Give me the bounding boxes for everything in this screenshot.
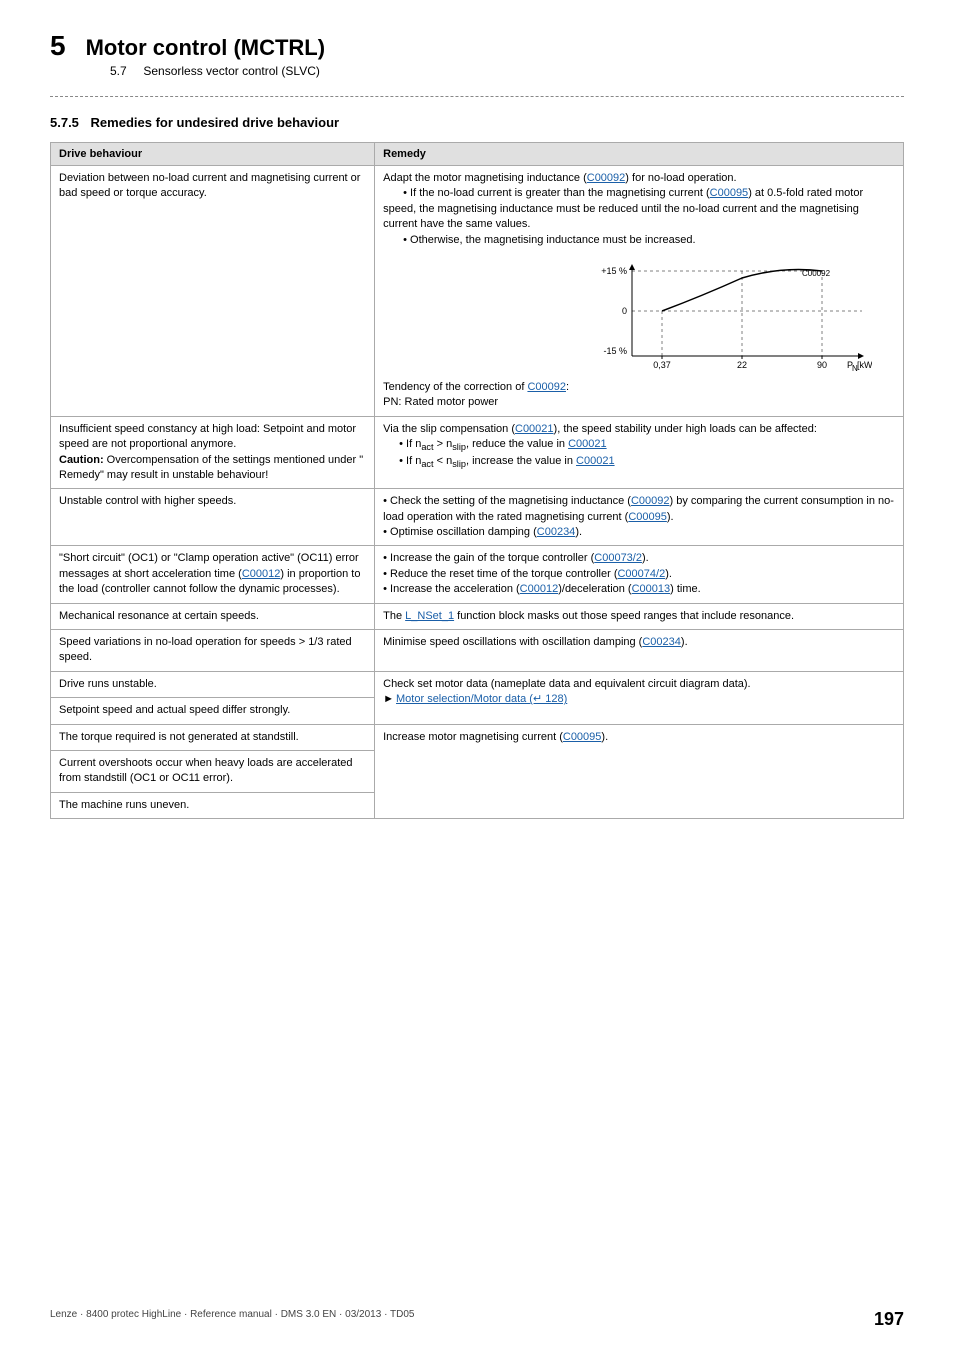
behaviour-cell: Current overshoots occur when heavy load… [51, 750, 375, 792]
col-header-behaviour: Drive behaviour [51, 143, 375, 166]
divider [50, 96, 904, 97]
behaviour-cell: The torque required is not generated at … [51, 724, 375, 750]
link-c00234-2[interactable]: C00234 [642, 636, 681, 648]
link-c00074[interactable]: C00074/2 [617, 568, 665, 580]
chapter-num: 5 [50, 30, 66, 62]
correction-chart: +15 % 0 -15 % 0,37 22 90 P [592, 256, 872, 386]
footer-right: 197 [874, 1309, 904, 1330]
link-c00092-2[interactable]: C00092 [527, 381, 566, 393]
remedy-cell: • Check the setting of the magnetising i… [375, 489, 904, 546]
behaviour-cell: Setpoint speed and actual speed differ s… [51, 698, 375, 724]
behaviour-cell: The machine runs uneven. [51, 792, 375, 818]
link-c00095-2[interactable]: C00095 [628, 511, 667, 523]
col-header-remedy: Remedy [375, 143, 904, 166]
behaviour-cell: Speed variations in no-load operation fo… [51, 630, 375, 672]
footer-left: Lenze · 8400 protec HighLine · Reference… [50, 1309, 414, 1330]
link-c00092[interactable]: C00092 [587, 172, 626, 184]
table-row: The torque required is not generated at … [51, 724, 904, 750]
table-row: Mechanical resonance at certain speeds. … [51, 603, 904, 629]
remedy-cell: Minimise speed oscillations with oscilla… [375, 630, 904, 672]
section-heading: 5.7.5 Remedies for undesired drive behav… [50, 115, 904, 130]
remedy-cell: The L_NSet_1 function block masks out th… [375, 603, 904, 629]
behaviour-cell: Insufficient speed constancy at high loa… [51, 416, 375, 489]
table-row: Speed variations in no-load operation fo… [51, 630, 904, 672]
link-c00095-3[interactable]: C00095 [563, 731, 602, 743]
remedy-cell: Increase motor magnetising current (C000… [375, 724, 904, 819]
behaviour-cell: Drive runs unstable. [51, 671, 375, 697]
svg-text:C00092: C00092 [802, 269, 831, 278]
behaviour-cell: "Short circuit" (OC1) or "Clamp operatio… [51, 546, 375, 603]
link-lnset[interactable]: L_NSet_1 [405, 610, 454, 622]
main-table: Drive behaviour Remedy Deviation between… [50, 142, 904, 819]
table-row: Deviation between no-load current and ma… [51, 166, 904, 417]
svg-text:0,37: 0,37 [653, 360, 671, 370]
header: 5 Motor control (MCTRL) 5.7 Sensorless v… [50, 30, 904, 78]
link-motor-selection[interactable]: Motor selection/Motor data (↵ 128) [396, 693, 567, 705]
svg-text:22: 22 [737, 360, 747, 370]
link-c00012-2[interactable]: C00012 [520, 583, 559, 595]
chart-container: +15 % 0 -15 % 0,37 22 90 P [592, 256, 872, 386]
chapter-name: Motor control (MCTRL) [86, 35, 326, 61]
link-c00013[interactable]: C00013 [632, 583, 671, 595]
footer: Lenze · 8400 protec HighLine · Reference… [0, 1309, 954, 1330]
behaviour-cell: Unstable control with higher speeds. [51, 489, 375, 546]
behaviour-cell: Deviation between no-load current and ma… [51, 166, 375, 417]
link-c00073[interactable]: C00073/2 [594, 552, 642, 564]
table-row: "Short circuit" (OC1) or "Clamp operatio… [51, 546, 904, 603]
link-c00234[interactable]: C00234 [537, 526, 576, 538]
behaviour-cell: Mechanical resonance at certain speeds. [51, 603, 375, 629]
section-subtitle: 5.7 Sensorless vector control (SLVC) [110, 64, 904, 78]
svg-text:+15 %: +15 % [601, 266, 627, 276]
link-c00092-3[interactable]: C00092 [631, 495, 670, 507]
remedy-cell: • Increase the gain of the torque contro… [375, 546, 904, 603]
remedy-cell: Via the slip compensation (C00021), the … [375, 416, 904, 489]
chapter-title: 5 Motor control (MCTRL) [50, 30, 904, 62]
remedy-cell: Check set motor data (nameplate data and… [375, 671, 904, 724]
table-row: Unstable control with higher speeds. • C… [51, 489, 904, 546]
table-row: Insufficient speed constancy at high loa… [51, 416, 904, 489]
link-c00095[interactable]: C00095 [710, 187, 749, 199]
link-c00021-2[interactable]: C00021 [568, 438, 607, 450]
link-c00021-3[interactable]: C00021 [576, 455, 615, 467]
link-c00012[interactable]: C00012 [242, 568, 281, 580]
link-c00021[interactable]: C00021 [515, 423, 554, 435]
svg-text:0: 0 [622, 306, 627, 316]
table-row: Drive runs unstable. Check set motor dat… [51, 671, 904, 697]
svg-text:-15 %: -15 % [604, 346, 628, 356]
remedy-cell: Adapt the motor magnetising inductance (… [375, 166, 904, 417]
svg-text:90: 90 [817, 360, 827, 370]
svg-text:[kW]: [kW] [857, 360, 872, 370]
